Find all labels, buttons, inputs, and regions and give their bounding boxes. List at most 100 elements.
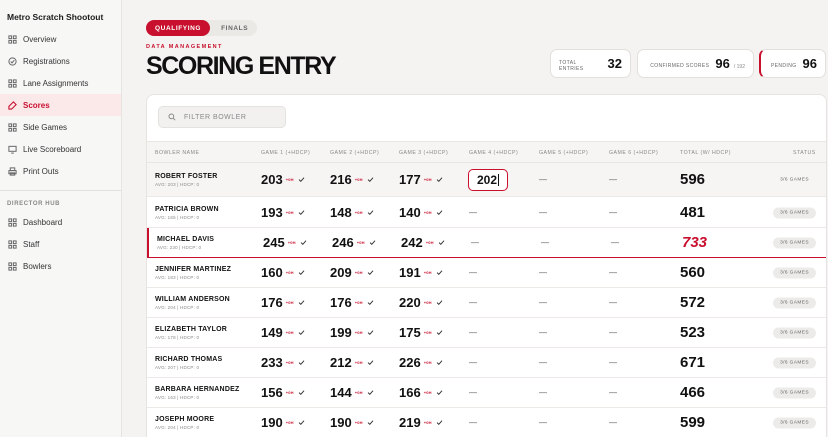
- sidebar-item-side-games[interactable]: Side Games: [0, 116, 121, 138]
- empty-score-cell[interactable]: —: [609, 198, 617, 227]
- game-score: 226: [399, 355, 421, 370]
- empty-score-cell[interactable]: —: [539, 378, 547, 407]
- empty-score-cell[interactable]: —: [609, 258, 617, 287]
- game-score-cell[interactable]: 212 +0H: [330, 348, 374, 377]
- game-score-cell[interactable]: 226 +0H: [399, 348, 443, 377]
- empty-dash: —: [471, 238, 479, 247]
- empty-score-cell[interactable]: —: [541, 228, 549, 257]
- tab-finals[interactable]: FINALS: [212, 20, 257, 36]
- empty-score-cell[interactable]: —: [469, 408, 477, 437]
- empty-score-cell[interactable]: —: [609, 348, 617, 377]
- empty-score-cell[interactable]: —: [609, 288, 617, 317]
- tab-qualifying[interactable]: QUALIFYING: [146, 20, 211, 36]
- empty-score-cell[interactable]: —: [609, 408, 617, 437]
- table-row[interactable]: JENNIFER MARTINEZ AVG: 183 | HDCP: 0 160 +0…: [147, 258, 826, 288]
- game-score-cell[interactable]: 175 +0H: [399, 318, 443, 347]
- empty-score-cell[interactable]: —: [469, 318, 477, 347]
- stat-value: 96: [802, 56, 817, 71]
- game-score-cell[interactable]: 156 +0H: [261, 378, 305, 407]
- game-score-cell[interactable]: 246 +0H: [332, 228, 376, 257]
- table-row[interactable]: ELIZABETH TAYLOR AVG: 178 | HDCP: 0 149 +0H…: [147, 318, 826, 348]
- empty-score-cell[interactable]: —: [539, 198, 547, 227]
- game-score-cell[interactable]: 177 +0H: [399, 163, 443, 196]
- game-score-cell[interactable]: 191 +0H: [399, 258, 443, 287]
- total-cell: 523: [680, 318, 705, 347]
- total-cell: 599: [680, 408, 705, 437]
- hdcp-tag: +0H: [285, 390, 294, 395]
- grid-icon: [8, 261, 17, 271]
- filter-placeholder: FILTER BOWLER: [184, 113, 247, 121]
- empty-score-cell[interactable]: —: [539, 348, 547, 377]
- empty-score-cell[interactable]: —: [469, 348, 477, 377]
- sidebar-item-dashboard[interactable]: Dashboard: [0, 211, 121, 233]
- table-row[interactable]: MICHAEL DAVIS AVG: 230 | HDCP: 0 245 +0H 246…: [147, 228, 826, 258]
- game-score-cell[interactable]: 148 +0H: [330, 198, 374, 227]
- total-score: 560: [680, 264, 706, 281]
- app-title: Metro Scratch Shootout: [7, 12, 104, 22]
- game-score-cell[interactable]: 209 +0H: [330, 258, 374, 287]
- game-score-cell[interactable]: 149 +0H: [261, 318, 305, 347]
- empty-score-cell[interactable]: —: [539, 318, 547, 347]
- sidebar-item-overview[interactable]: Overview: [0, 28, 121, 50]
- total-score: 481: [680, 204, 706, 221]
- game-score-cell[interactable]: 203 +0H: [261, 163, 305, 196]
- check-icon: [298, 209, 305, 216]
- empty-score-cell[interactable]: —: [471, 228, 479, 257]
- table-row[interactable]: JOSEPH MOORE AVG: 204 | HDCP: 0 190 +0H 190 +…: [147, 408, 826, 437]
- sidebar-item-label: Overview: [23, 34, 57, 44]
- table-row[interactable]: PATRICIA BROWN AVG: 165 | HDCP: 0 193 +0H 14…: [147, 198, 826, 228]
- empty-score-cell[interactable]: —: [469, 288, 477, 317]
- stat-confirmed-scores: CONFIRMED SCORES 96 / 192: [637, 49, 754, 78]
- table-header: BOWLER NAME GAME 1 (+HDCP) GAME 2 (+HDCP…: [147, 141, 826, 163]
- sidebar-item-bowlers[interactable]: Bowlers: [0, 255, 121, 277]
- hdcp-tag: +0H: [423, 300, 432, 305]
- empty-score-cell[interactable]: —: [539, 258, 547, 287]
- empty-score-cell[interactable]: —: [609, 378, 617, 407]
- game-score-cell[interactable]: 220 +0H: [399, 288, 443, 317]
- table-row[interactable]: WILLIAM ANDERSON AVG: 204 | HDCP: 0 176 +0H…: [147, 288, 826, 318]
- check-icon: [367, 389, 374, 396]
- monitor-icon: [8, 145, 17, 154]
- empty-dash: —: [469, 388, 477, 397]
- hdcp-tag: +0H: [423, 177, 432, 182]
- game-score-cell[interactable]: 190 +0H: [261, 408, 305, 437]
- game-score-cell[interactable]: 176 +0H: [261, 288, 305, 317]
- sidebar-item-lane-assignments[interactable]: Lane Assignments: [0, 72, 121, 94]
- page-kicker: DATA MANAGEMENT: [146, 44, 223, 50]
- empty-score-cell[interactable]: —: [469, 258, 477, 287]
- table-row[interactable]: BARBARA HERNANDEZ AVG: 163 | HDCP: 0 156 +0…: [147, 378, 826, 408]
- sidebar-item-scores[interactable]: Scores: [0, 94, 121, 116]
- game-score-cell[interactable]: 245 +0H: [263, 228, 307, 257]
- game-score-cell[interactable]: 216 +0H: [330, 163, 374, 196]
- sidebar-item-print-outs[interactable]: Print Outs: [0, 160, 121, 182]
- game-score: 193: [261, 205, 283, 220]
- game-score-cell[interactable]: 190 +0H: [330, 408, 374, 437]
- sidebar-item-staff[interactable]: Staff: [0, 233, 121, 255]
- sidebar-item-live-scoreboard[interactable]: Live Scoreboard: [0, 138, 121, 160]
- game-score: 166: [399, 385, 421, 400]
- empty-score-cell[interactable]: —: [609, 163, 617, 196]
- game-score-cell[interactable]: 144 +0H: [330, 378, 374, 407]
- game-score-cell[interactable]: 242 +0H: [401, 228, 445, 257]
- game-score-cell[interactable]: 219 +0H: [399, 408, 443, 437]
- game-score-cell[interactable]: 166 +0H: [399, 378, 443, 407]
- game-4-score-input[interactable]: 202: [468, 169, 508, 191]
- filter-bowler-input[interactable]: FILTER BOWLER: [158, 106, 286, 128]
- sidebar-item-registrations[interactable]: Registrations: [0, 50, 121, 72]
- game-score-cell[interactable]: 233 +0H: [261, 348, 305, 377]
- game-score-cell[interactable]: 199 +0H: [330, 318, 374, 347]
- game-score-cell[interactable]: 193 +0H: [261, 198, 305, 227]
- table-row[interactable]: ROBERT FOSTER AVG: 203 | HDCP: 0 203 +0H 216…: [147, 163, 826, 197]
- empty-score-cell[interactable]: —: [611, 228, 619, 257]
- hdcp-tag: +0H: [423, 360, 432, 365]
- game-score-cell[interactable]: 160 +0H: [261, 258, 305, 287]
- empty-score-cell[interactable]: —: [609, 318, 617, 347]
- game-score-cell[interactable]: 140 +0H: [399, 198, 443, 227]
- game-score-cell[interactable]: 176 +0H: [330, 288, 374, 317]
- empty-score-cell[interactable]: —: [539, 408, 547, 437]
- empty-score-cell[interactable]: —: [539, 163, 547, 196]
- table-row[interactable]: RICHARD THOMAS AVG: 207 | HDCP: 0 233 +0H 21…: [147, 348, 826, 378]
- empty-score-cell[interactable]: —: [539, 288, 547, 317]
- empty-score-cell[interactable]: —: [469, 198, 477, 227]
- empty-score-cell[interactable]: —: [469, 378, 477, 407]
